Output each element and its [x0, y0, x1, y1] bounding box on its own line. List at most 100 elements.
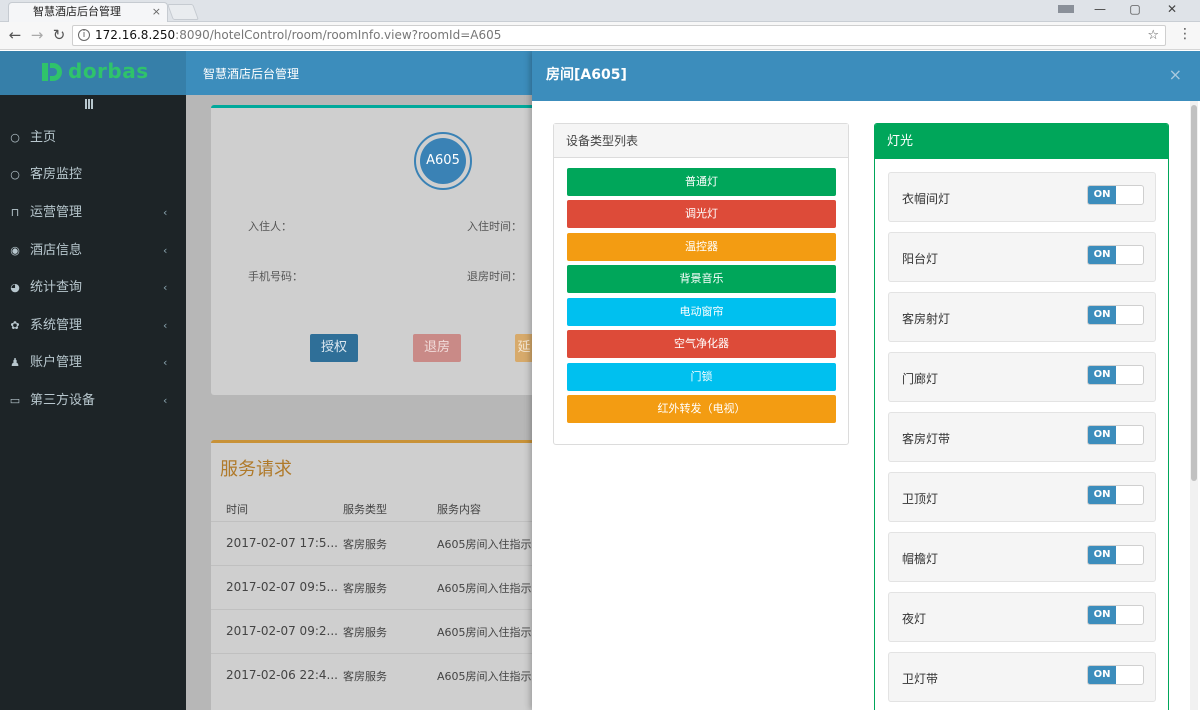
toggle-state: ON — [1088, 546, 1116, 564]
light-name: 客房灯带 — [902, 432, 951, 446]
browser-tab[interactable]: 智慧酒店后台管理 × — [8, 2, 168, 22]
sidebar-item-accounts[interactable]: ♟ 账户管理 ‹ — [0, 344, 186, 382]
browser-tab-bar: 智慧酒店后台管理 × — ▢ ✕ — [0, 0, 1200, 22]
light-toggle[interactable]: ON — [1087, 545, 1144, 565]
sidebar-item-statistics[interactable]: ◕ 统计查询 ‹ — [0, 269, 186, 307]
modal-title: 房间[A605] — [546, 67, 627, 83]
row-time: 2017-02-07 17:5... — [226, 536, 338, 550]
forward-arrow-icon[interactable]: → — [28, 26, 46, 44]
chevron-left-icon: ‹ — [163, 206, 168, 219]
row-type: 客房服务 — [343, 626, 387, 639]
scrollbar-thumb[interactable] — [1191, 105, 1197, 481]
back-arrow-icon[interactable]: ← — [6, 26, 24, 44]
light-toggle[interactable]: ON — [1087, 665, 1144, 685]
sidebar-item-third-party[interactable]: ▭ 第三方设备 ‹ — [0, 382, 186, 420]
toggle-state: ON — [1088, 426, 1116, 444]
light-toggle[interactable]: ON — [1087, 305, 1144, 325]
logo-text: dorbas — [68, 59, 149, 83]
modal-scrollbar[interactable] — [1190, 101, 1198, 710]
sidebar-item-operations[interactable]: ⊓ 运营管理 ‹ — [0, 194, 186, 232]
light-item: 卫灯带 ON — [888, 652, 1156, 702]
device-type-button[interactable]: 普通灯 — [567, 168, 836, 196]
light-toggle[interactable]: ON — [1087, 485, 1144, 505]
modal-header: 房间[A605] × — [532, 51, 1200, 101]
light-toggle[interactable]: ON — [1087, 605, 1144, 625]
room-modal: 房间[A605] × 设备类型列表 普通灯 调光灯 温控器 背景音乐 电动窗帘 … — [532, 51, 1200, 710]
row-time: 2017-02-07 09:5... — [226, 580, 338, 594]
device-type-button[interactable]: 空气净化器 — [567, 330, 836, 358]
row-type: 客房服务 — [343, 670, 387, 683]
toggle-state: ON — [1088, 306, 1116, 324]
light-name: 衣帽间灯 — [902, 192, 951, 206]
row-type: 客房服务 — [343, 538, 387, 551]
sidebar-toggle-icon[interactable] — [85, 99, 95, 111]
pie-chart-icon: ◕ — [10, 281, 20, 294]
tab-title: 智慧酒店后台管理 — [33, 5, 121, 18]
modal-body: 设备类型列表 普通灯 调光灯 温控器 背景音乐 电动窗帘 空气净化器 门锁 红外… — [532, 101, 1200, 710]
checkout-button[interactable]: 退房 — [413, 334, 461, 362]
light-toggle[interactable]: ON — [1087, 245, 1144, 265]
maximize-button[interactable]: ▢ — [1125, 0, 1145, 20]
light-name: 夜灯 — [902, 612, 927, 626]
sidebar-item-room-monitor[interactable]: ○ 客房监控 — [0, 156, 186, 194]
sidebar-item-label: 系统管理 — [30, 318, 83, 333]
device-type-button[interactable]: 红外转发（电视） — [567, 395, 836, 423]
light-item: 帽檐灯 ON — [888, 532, 1156, 582]
device-type-button[interactable]: 电动窗帘 — [567, 298, 836, 326]
light-name: 门廊灯 — [902, 372, 939, 386]
minimize-button[interactable]: — — [1090, 0, 1110, 20]
bookmark-star-icon[interactable]: ☆ — [1147, 26, 1159, 45]
authorize-button[interactable]: 授权 — [310, 334, 358, 362]
toggle-state: ON — [1088, 366, 1116, 384]
device-type-button[interactable]: 温控器 — [567, 233, 836, 261]
user-icon: ♟ — [10, 356, 20, 369]
column-header-type: 服务类型 — [343, 503, 387, 516]
chevron-left-icon: ‹ — [163, 394, 168, 407]
close-icon[interactable]: × — [1169, 65, 1182, 84]
device-type-button[interactable]: 背景音乐 — [567, 265, 836, 293]
light-panel-title: 灯光 — [875, 124, 1168, 159]
url-host: 172.16.8.250 — [95, 28, 176, 42]
chevron-left-icon: ‹ — [163, 319, 168, 332]
row-time: 2017-02-06 22:4... — [226, 668, 338, 682]
browser-menu-icon[interactable]: ⋮ — [1178, 26, 1192, 42]
logo[interactable]: dorbas — [0, 51, 186, 95]
device-type-button[interactable]: 门锁 — [567, 363, 836, 391]
row-content: A605房间入住指示 — [437, 670, 532, 683]
light-toggle[interactable]: ON — [1087, 425, 1144, 445]
row-content: A605房间入住指示 — [437, 538, 532, 551]
chevron-left-icon: ‹ — [163, 244, 168, 257]
light-toggle[interactable]: ON — [1087, 185, 1144, 205]
address-bar[interactable]: i 172.16.8.250:8090/hotelControl/room/ro… — [72, 25, 1166, 46]
user-profile-icon[interactable] — [1058, 5, 1074, 13]
circle-icon: ○ — [10, 131, 20, 144]
light-toggle[interactable]: ON — [1087, 365, 1144, 385]
reload-icon[interactable]: ↻ — [50, 26, 68, 44]
light-name: 卫灯带 — [902, 672, 939, 686]
column-header-time: 时间 — [226, 503, 248, 516]
phone-label: 手机号码： — [248, 270, 303, 283]
light-item: 阳台灯 ON — [888, 232, 1156, 282]
sidebar-item-system[interactable]: ✿ 系统管理 ‹ — [0, 307, 186, 345]
toggle-state: ON — [1088, 186, 1116, 204]
device-type-panel-title: 设备类型列表 — [554, 124, 848, 158]
app-root: dorbas 智慧酒店后台管理 ○ 主页 ○ 客房监控 ⊓ 运营管理 ‹ ◉ 酒… — [0, 51, 1200, 710]
sidebar-item-label: 账户管理 — [30, 355, 83, 370]
sidebar-item-label: 运营管理 — [30, 205, 83, 220]
light-name: 客房射灯 — [902, 312, 951, 326]
circle-icon: ○ — [10, 168, 20, 181]
guest-label: 入住人： — [248, 220, 292, 233]
checkout-time-label: 退房时间： — [467, 270, 522, 283]
sidebar-item-home[interactable]: ○ 主页 — [0, 119, 186, 157]
row-type: 客房服务 — [343, 582, 387, 595]
extend-button[interactable]: 延 — [515, 334, 533, 362]
sidebar-item-hotel-info[interactable]: ◉ 酒店信息 ‹ — [0, 232, 186, 270]
device-type-button[interactable]: 调光灯 — [567, 200, 836, 228]
window-close-button[interactable]: ✕ — [1160, 0, 1184, 20]
tab-close-icon[interactable]: × — [152, 3, 161, 21]
row-content: A605房间入住指示 — [437, 626, 532, 639]
new-tab-button[interactable] — [167, 4, 199, 20]
bookmark-icon: ⊓ — [10, 206, 20, 219]
info-icon[interactable]: i — [78, 29, 90, 41]
gear-icon: ✿ — [10, 319, 20, 332]
